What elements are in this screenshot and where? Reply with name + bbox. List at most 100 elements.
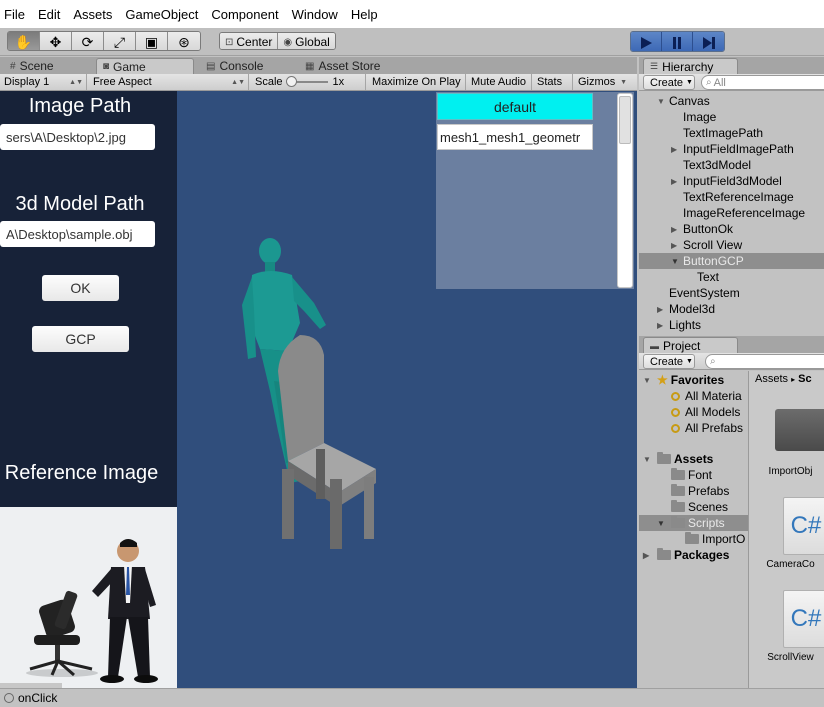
- collapsed-arrow-icon[interactable]: ▶: [671, 241, 677, 250]
- menu-gameobject[interactable]: GameObject: [125, 7, 198, 22]
- tree-all-prefabs[interactable]: All Prefabs: [639, 420, 748, 436]
- breadcrumb-root[interactable]: Assets: [755, 373, 788, 385]
- maximize-on-play-toggle[interactable]: Maximize On Play: [368, 74, 466, 90]
- scroll-view[interactable]: default mesh1_mesh1_geometr: [436, 92, 634, 289]
- tree-importobj[interactable]: ImportO: [639, 531, 748, 547]
- hier-label: TextReferenceImage: [683, 190, 794, 204]
- tab-scene[interactable]: # Scene: [4, 58, 60, 74]
- tree-label: Scenes: [688, 500, 729, 514]
- cs-file-icon[interactable]: C#: [783, 590, 824, 648]
- mesh-geometry-button[interactable]: mesh1_mesh1_geometr: [437, 124, 593, 150]
- tree-favorites[interactable]: ▼ ★ Favorites: [639, 372, 748, 388]
- hier-item-scrollview[interactable]: ▶ Scroll View: [639, 237, 824, 253]
- hier-item-textimagepath[interactable]: TextImagePath: [639, 125, 824, 141]
- ok-button[interactable]: OK: [42, 275, 119, 301]
- expanded-arrow-icon[interactable]: ▼: [643, 455, 651, 464]
- display-dropdown[interactable]: Display 1 ▲▼: [0, 74, 87, 90]
- image-path-title: Image Path: [28, 95, 132, 117]
- pivot-center-button[interactable]: ⊡ Center: [220, 33, 279, 49]
- expanded-arrow-icon[interactable]: ▼: [657, 97, 665, 106]
- collapsed-arrow-icon[interactable]: ▶: [657, 305, 663, 314]
- hierarchy-search-input[interactable]: ⌕ All: [701, 75, 824, 90]
- menu-edit[interactable]: Edit: [38, 7, 60, 22]
- tree-all-materials[interactable]: All Materia: [639, 388, 748, 404]
- tree-scripts[interactable]: ▼ Scripts: [639, 515, 748, 531]
- menu-assets[interactable]: Assets: [73, 7, 112, 22]
- hier-item-eventsystem[interactable]: EventSystem: [639, 285, 824, 301]
- importobj-folder-icon[interactable]: [775, 409, 824, 451]
- breadcrumb-current[interactable]: Sc: [798, 373, 811, 385]
- cs-glyph: C#: [790, 512, 822, 539]
- hier-item-buttonok[interactable]: ▶ ButtonOk: [639, 221, 824, 237]
- gizmos-dropdown[interactable]: Gizmos ▼: [574, 74, 630, 90]
- expanded-arrow-icon[interactable]: ▼: [643, 376, 651, 385]
- project-search-input[interactable]: ⌕: [705, 354, 824, 369]
- collapsed-arrow-icon[interactable]: ▶: [671, 225, 677, 234]
- play-button[interactable]: [631, 32, 662, 51]
- mute-audio-toggle[interactable]: Mute Audio: [467, 74, 532, 90]
- hierarchy-tabs: ☰ Hierarchy: [639, 57, 824, 74]
- menu-help[interactable]: Help: [351, 7, 378, 22]
- menu-file[interactable]: File: [4, 7, 25, 22]
- tree-prefabs[interactable]: Prefabs: [639, 483, 748, 499]
- tree-scenes[interactable]: Scenes: [639, 499, 748, 515]
- collapsed-arrow-icon[interactable]: ▶: [671, 177, 677, 186]
- default-mesh-button[interactable]: default: [437, 93, 593, 120]
- move-tool-button[interactable]: ✥: [40, 32, 72, 50]
- tree-assets[interactable]: ▼ Assets: [639, 451, 748, 467]
- pivot-global-button[interactable]: ◉ Global: [278, 33, 335, 49]
- aspect-dropdown[interactable]: Free Aspect ▲▼: [89, 74, 249, 90]
- rotate-tool-button[interactable]: ⟳: [72, 32, 104, 50]
- hierarchy-icon: ☰: [650, 61, 659, 71]
- hier-item-inputfield3dmodel[interactable]: ▶ InputField3dModel: [639, 173, 824, 189]
- hier-item-textreferenceimage[interactable]: TextReferenceImage: [639, 189, 824, 205]
- tab-game[interactable]: ◙ Game: [96, 58, 194, 74]
- hier-item-canvas[interactable]: ▼ Canvas: [639, 93, 824, 109]
- tree-packages[interactable]: ▶ Packages: [639, 547, 748, 563]
- model-path-input[interactable]: A\Desktop\sample.obj: [0, 221, 155, 247]
- scale-slider[interactable]: [285, 76, 328, 87]
- menu-component[interactable]: Component: [211, 7, 278, 22]
- hier-item-text3dmodel[interactable]: Text3dModel: [639, 157, 824, 173]
- stats-toggle[interactable]: Stats: [533, 74, 573, 90]
- hier-item-inputfieldimagepath[interactable]: ▶ InputFieldImagePath: [639, 141, 824, 157]
- scroll-view-scrollbar[interactable]: [617, 93, 633, 288]
- tab-asset-store[interactable]: ▦ Asset Store: [299, 58, 386, 74]
- tree-label: All Prefabs: [685, 421, 744, 435]
- collapsed-arrow-icon[interactable]: ▶: [657, 321, 663, 330]
- expanded-arrow-icon[interactable]: ▼: [671, 257, 679, 266]
- tab-project[interactable]: ▬ Project: [643, 337, 738, 353]
- tab-hierarchy[interactable]: ☰ Hierarchy: [643, 58, 738, 74]
- tab-console-label: Console: [219, 59, 264, 73]
- folder-icon: [671, 516, 685, 528]
- tree-font[interactable]: Font: [639, 467, 748, 483]
- project-create-button[interactable]: Create ▼: [643, 354, 695, 369]
- scale-tool-button[interactable]: ⤢: [104, 32, 136, 50]
- hier-item-text[interactable]: Text: [639, 269, 824, 285]
- hier-label: Lights: [669, 318, 702, 332]
- menu-window[interactable]: Window: [292, 7, 338, 22]
- hierarchy-create-button[interactable]: Create ▼: [643, 75, 695, 90]
- rect-tool-button[interactable]: ▣: [136, 32, 168, 50]
- cs-file-icon[interactable]: C#: [783, 497, 824, 555]
- hand-tool-button[interactable]: ✋: [8, 32, 40, 50]
- expanded-arrow-icon[interactable]: ▼: [657, 519, 665, 528]
- hier-item-lights[interactable]: ▶ Lights: [639, 317, 824, 333]
- collapsed-arrow-icon[interactable]: ▶: [643, 551, 649, 560]
- image-path-input[interactable]: sers\A\Desktop\2.jpg: [0, 124, 155, 150]
- gcp-button[interactable]: GCP: [32, 326, 129, 352]
- hier-item-imagereferenceimage[interactable]: ImageReferenceImage: [639, 205, 824, 221]
- hier-item-buttongcp[interactable]: ▼ ButtonGCP: [639, 253, 824, 269]
- pause-button[interactable]: [662, 32, 693, 51]
- step-button[interactable]: [693, 32, 724, 51]
- tree-label: Assets: [674, 452, 714, 466]
- collapsed-arrow-icon[interactable]: ▶: [671, 145, 677, 154]
- scroll-view-scroll-thumb[interactable]: [619, 96, 631, 144]
- tree-all-models[interactable]: All Models: [639, 404, 748, 420]
- hier-item-model3d[interactable]: ▶ Model3d: [639, 301, 824, 317]
- hier-item-image[interactable]: Image: [639, 109, 824, 125]
- transform-tool-button[interactable]: ⊛: [168, 32, 200, 50]
- scale-slider-knob[interactable]: [285, 76, 297, 87]
- hier-label: Scroll View: [683, 238, 743, 252]
- tab-console[interactable]: ▤ Console: [200, 58, 269, 74]
